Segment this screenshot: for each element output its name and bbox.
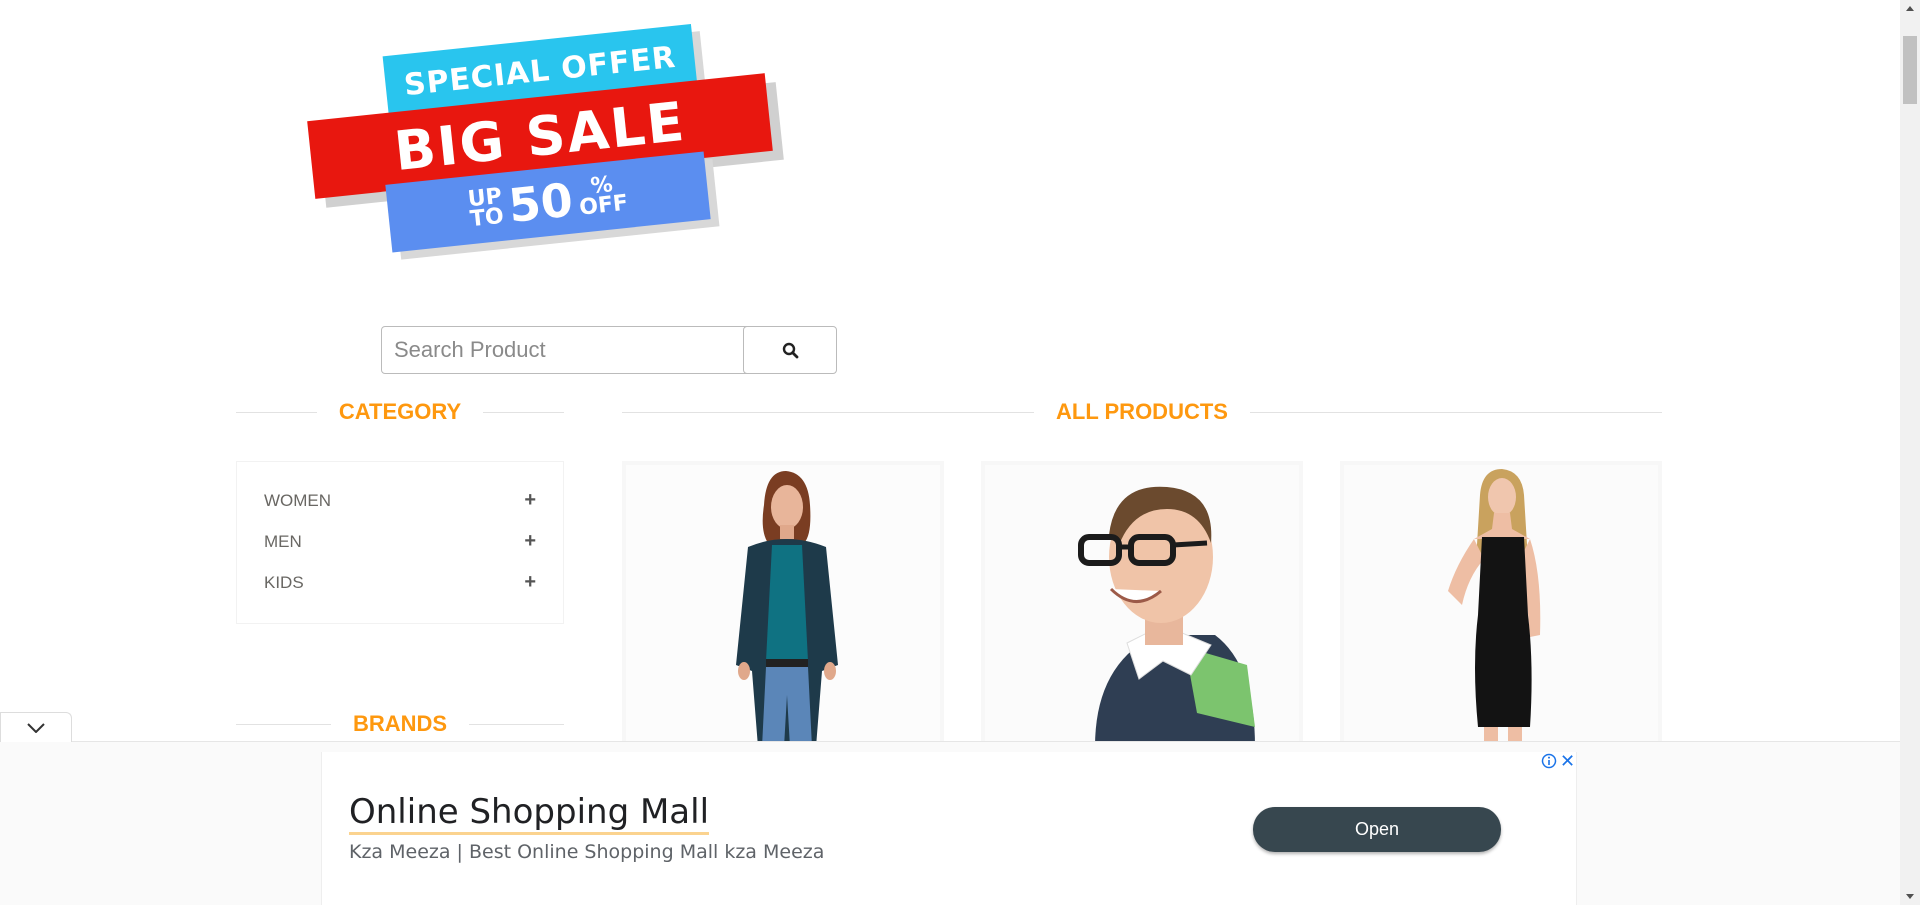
category-label: KIDS xyxy=(264,572,304,592)
ad-description[interactable]: Kza Meeza | Best Online Shopping Mall kz… xyxy=(349,841,824,863)
divider xyxy=(483,411,565,413)
category-title: CATEGORY xyxy=(338,399,462,424)
category-heading: CATEGORY xyxy=(236,396,565,428)
search-input[interactable] xyxy=(381,326,755,374)
sale-banner[interactable]: SPECIAL OFFER BIG SALE UP TO 50 % OFF xyxy=(300,20,800,253)
divider xyxy=(622,411,1035,413)
divider xyxy=(1249,411,1662,413)
search-icon xyxy=(782,342,798,358)
divider xyxy=(236,411,317,413)
category-item-women[interactable]: WOMEN + xyxy=(237,480,563,521)
category-item-men[interactable]: MEN + xyxy=(237,521,563,562)
banner-off-text: OFF xyxy=(578,190,630,221)
products-heading: ALL PRODUCTS xyxy=(622,396,1662,428)
category-label: MEN xyxy=(264,531,302,551)
product-card[interactable] xyxy=(981,461,1303,751)
info-icon[interactable] xyxy=(1541,753,1557,769)
scroll-down-arrow[interactable] xyxy=(1900,888,1920,905)
category-label: WOMEN xyxy=(264,490,332,510)
brands-heading: BRANDS xyxy=(236,708,564,740)
plus-icon[interactable]: + xyxy=(524,489,536,512)
search-bar xyxy=(381,326,837,374)
banner-percent-value: 50 xyxy=(506,172,576,233)
search-button[interactable] xyxy=(743,326,837,374)
category-item-kids[interactable]: KIDS + xyxy=(237,562,563,603)
ad-open-button[interactable]: Open xyxy=(1253,807,1501,852)
banner-to-text: TO xyxy=(468,203,506,233)
close-icon[interactable]: ✕ xyxy=(1560,752,1575,770)
brands-title: BRANDS xyxy=(352,711,448,736)
category-list: WOMEN + MEN + KIDS + xyxy=(236,461,564,624)
product-card[interactable] xyxy=(622,461,944,751)
plus-icon[interactable]: + xyxy=(524,571,536,594)
scroll-thumb[interactable] xyxy=(1903,36,1917,104)
ad-title[interactable]: Online Shopping Mall xyxy=(349,792,710,835)
page: SPECIAL OFFER BIG SALE UP TO 50 % OFF Se… xyxy=(0,0,1900,905)
ad-banner: Online Shopping Mall Kza Meeza | Best On… xyxy=(0,741,1900,905)
all-products-title: ALL PRODUCTS xyxy=(1056,399,1228,424)
product-card[interactable] xyxy=(1340,461,1662,751)
chevron-down-icon xyxy=(27,722,45,733)
divider xyxy=(469,723,564,725)
page-scrollbar[interactable] xyxy=(1900,0,1920,905)
divider xyxy=(236,723,331,725)
ad-content[interactable]: Online Shopping Mall Kza Meeza | Best On… xyxy=(321,752,1577,905)
plus-icon[interactable]: + xyxy=(524,530,536,553)
product-image-woman-black-dress[interactable] xyxy=(1344,465,1658,747)
product-image-man-glasses[interactable] xyxy=(985,465,1299,747)
scroll-up-arrow[interactable] xyxy=(1900,0,1920,17)
product-image-woman-casual[interactable] xyxy=(626,465,940,747)
collapse-ad-button[interactable] xyxy=(0,712,72,742)
